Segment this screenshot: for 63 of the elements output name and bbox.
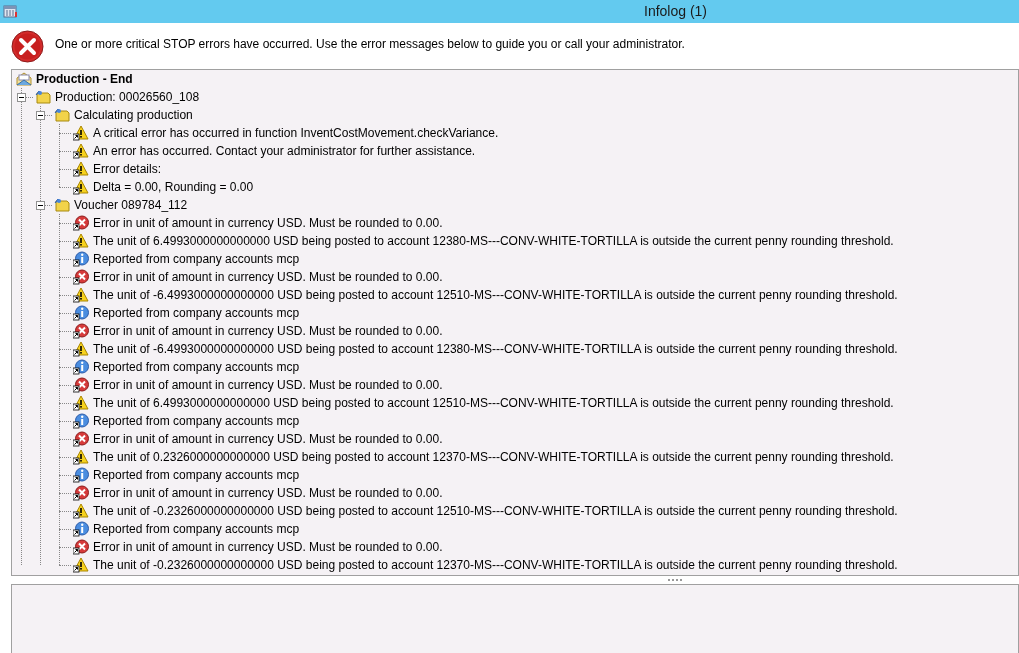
error-icon — [73, 377, 89, 393]
collapse-toggle[interactable] — [36, 201, 45, 210]
log-message[interactable]: The unit of 0.2326000000000000 USD being posted to account 12370-MS---CONV-WHITE-TORTILLA is outside the current penny rounding threshold. — [93, 448, 894, 466]
warning-icon — [73, 557, 89, 573]
warning-icon — [73, 179, 89, 195]
error-icon — [73, 485, 89, 501]
log-message[interactable]: An error has occurred. Contact your administrator for further assistance. — [93, 142, 476, 160]
log-message[interactable]: Error in unit of amount in currency USD. Must be rounded to 0.00. — [93, 376, 443, 394]
log-message[interactable]: Reported from company accounts mcp — [93, 412, 300, 430]
message-icon — [16, 71, 32, 87]
tree-node[interactable]: Voucher 089784_112 — [74, 196, 188, 214]
window-icon — [3, 4, 18, 19]
log-message[interactable]: Reported from company accounts mcp — [93, 358, 300, 376]
log-message[interactable]: The unit of -0.2326000000000000 USD being posted to account 12370-MS---CONV-WHITE-TORTILLA is outside the current penny rounding threshold. — [93, 556, 898, 574]
log-message[interactable]: Reported from company accounts mcp — [93, 250, 300, 268]
log-message[interactable]: Error in unit of amount in currency USD. Must be rounded to 0.00. — [93, 214, 443, 232]
error-icon — [73, 215, 89, 231]
info-icon — [73, 413, 89, 429]
log-message[interactable]: The unit of 6.4993000000000000 USD being posted to account 12380-MS---CONV-WHITE-TORTILLA is outside the current penny rounding threshold. — [93, 232, 894, 250]
tree-node[interactable]: Production - End — [36, 70, 133, 88]
warning-icon — [73, 161, 89, 177]
warning-icon — [73, 125, 89, 141]
warning-icon — [73, 341, 89, 357]
log-message[interactable]: Error in unit of amount in currency USD. Must be rounded to 0.00. — [93, 268, 443, 286]
log-message[interactable]: A critical error has occurred in function InventCostMovement.checkVariance. — [93, 124, 499, 142]
warning-icon — [73, 287, 89, 303]
log-message[interactable]: Error in unit of amount in currency USD. Must be rounded to 0.00. — [93, 538, 443, 556]
log-message[interactable]: Reported from company accounts mcp — [93, 304, 300, 322]
warning-icon — [73, 503, 89, 519]
info-icon — [73, 521, 89, 537]
error-message: One or more critical STOP errors have occurred. Use the error messages below to guide you or call your administrator. — [55, 36, 685, 53]
tree-node[interactable]: Calculating production — [74, 106, 193, 124]
error-icon — [73, 539, 89, 555]
warning-icon — [73, 449, 89, 465]
warning-icon — [73, 233, 89, 249]
log-message[interactable]: Reported from company accounts mcp — [93, 520, 300, 538]
error-icon — [73, 323, 89, 339]
log-message[interactable]: Reported from company accounts mcp — [93, 466, 300, 484]
log-message[interactable]: Error in unit of amount in currency USD. Must be rounded to 0.00. — [93, 322, 443, 340]
error-icon — [11, 29, 44, 63]
tree-node[interactable]: Production: 00026560_108 — [55, 88, 200, 106]
log-message[interactable]: Error details: — [93, 160, 162, 178]
info-icon — [73, 305, 89, 321]
warning-icon — [73, 143, 89, 159]
log-message[interactable]: Delta = 0.00, Rounding = 0.00 — [93, 178, 254, 196]
folder-icon — [35, 89, 51, 105]
info-icon — [73, 359, 89, 375]
error-icon — [73, 431, 89, 447]
log-message[interactable]: Error in unit of amount in currency USD. Must be rounded to 0.00. — [93, 430, 443, 448]
log-message[interactable]: The unit of -6.4993000000000000 USD being posted to account 12380-MS---CONV-WHITE-TORTILLA is outside the current penny rounding threshold. — [93, 340, 898, 358]
log-message[interactable]: The unit of -6.4993000000000000 USD being posted to account 12510-MS---CONV-WHITE-TORTILLA is outside the current penny rounding threshold. — [93, 286, 898, 304]
collapse-toggle[interactable] — [17, 93, 26, 102]
collapse-toggle[interactable] — [36, 111, 45, 120]
log-message[interactable]: The unit of 6.4993000000000000 USD being posted to account 12510-MS---CONV-WHITE-TORTILLA is outside the current penny rounding threshold. — [93, 394, 894, 412]
window-title: Infolog (1) — [644, 2, 708, 21]
warning-icon — [73, 395, 89, 411]
info-icon — [73, 467, 89, 483]
folder-icon — [54, 107, 70, 123]
info-icon — [73, 251, 89, 267]
log-message[interactable]: The unit of -0.2326000000000000 USD being posted to account 12510-MS---CONV-WHITE-TORTILLA is outside the current penny rounding threshold. — [93, 502, 898, 520]
folder-icon — [54, 197, 70, 213]
log-message[interactable]: Error in unit of amount in currency USD. Must be rounded to 0.00. — [93, 484, 443, 502]
error-icon — [73, 269, 89, 285]
